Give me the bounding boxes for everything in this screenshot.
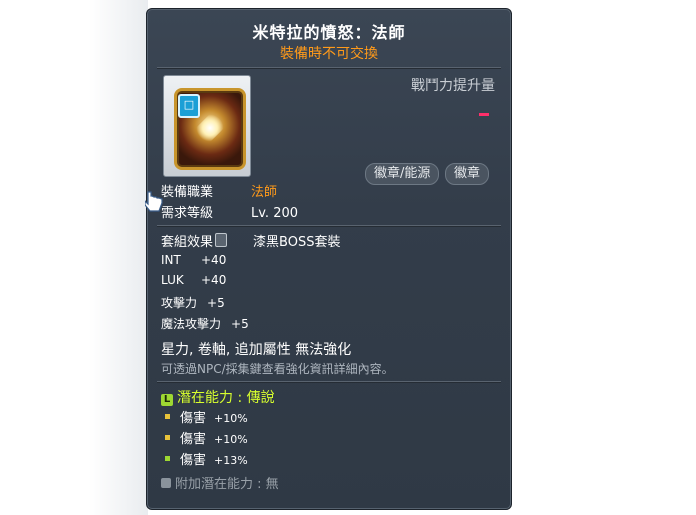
emblem-button[interactable]: 徽章 — [445, 163, 490, 185]
potential-title: L 潛在能力 : 傳說 — [161, 387, 275, 407]
stat-value: +5 — [231, 317, 249, 331]
additional-potential-icon — [161, 478, 171, 488]
stat-line: LUK +40 — [161, 273, 226, 287]
hand-cursor-icon — [145, 191, 163, 212]
potential-stat: 傷害 — [180, 411, 207, 426]
set-row: 套組效果 漆黑BOSS套裝 — [161, 231, 340, 250]
stat-value: +40 — [201, 273, 227, 287]
potential-value: +10% — [214, 412, 248, 425]
potential-line: 傷害 +10% — [165, 428, 248, 447]
set-icon — [215, 233, 228, 247]
potential-stat: 傷害 — [180, 453, 207, 468]
divider — [157, 67, 501, 69]
divider — [157, 225, 501, 227]
stat-name: 攻擊力 — [161, 296, 198, 310]
job-label: 裝備職業 — [161, 185, 214, 200]
potential-value: +10% — [214, 433, 248, 446]
stat-name: LUK — [161, 273, 184, 287]
stat-value: +40 — [201, 253, 227, 267]
emblem-badge-icon: □ — [178, 94, 200, 118]
divider — [157, 381, 501, 383]
level-label: 需求等級 — [161, 206, 214, 221]
item-tooltip: 米特拉的憤怒：法師 裝備時不可交換 □ 戰鬥力提升量 徽章/能源 徽章 裝備職業… — [146, 8, 512, 510]
stat-line: INT +40 — [161, 253, 226, 267]
potential-value: +13% — [214, 454, 248, 467]
stat-name: 魔法攻擊力 — [161, 317, 222, 331]
background — [0, 0, 148, 515]
set-label: 套組效果 — [161, 235, 214, 250]
legendary-grade-icon: L — [161, 394, 173, 406]
emblem-energy-button[interactable]: 徽章/能源 — [365, 163, 440, 185]
job-value: 法師 — [251, 185, 278, 200]
bullet-icon — [165, 435, 170, 440]
enhance-flags: 星力, 卷軸, 追加屬性 無法強化 — [161, 342, 352, 358]
info-note: 可透過NPC/採集鍵查看強化資訊詳細內容。 — [161, 362, 394, 376]
combat-power-label: 戰鬥力提升量 — [411, 78, 495, 94]
bullet-icon — [165, 414, 170, 419]
job-row: 裝備職業 法師 — [161, 181, 277, 200]
stat-line: 攻擊力 +5 — [161, 294, 225, 311]
combat-power-value — [479, 113, 489, 116]
set-name: 漆黑BOSS套裝 — [253, 235, 341, 250]
trade-note: 裝備時不可交換 — [280, 46, 378, 62]
potential-line: 傷害 +10% — [165, 407, 248, 426]
stat-value: +5 — [207, 296, 225, 310]
additional-potential-text: 附加潛在能力 : 無 — [175, 477, 279, 492]
bullet-icon — [165, 456, 170, 461]
item-icon-frame: □ — [163, 75, 251, 177]
stat-line: 魔法攻擊力 +5 — [161, 315, 249, 332]
level-value: Lv. 200 — [251, 206, 299, 221]
potential-title-text: 潛在能力 : 傳說 — [177, 390, 275, 406]
item-name: 米特拉的憤怒：法師 — [252, 23, 406, 42]
additional-potential: 附加潛在能力 : 無 — [161, 473, 279, 492]
level-row: 需求等級 Lv. 200 — [161, 202, 298, 221]
potential-line: 傷害 +13% — [165, 449, 248, 468]
stat-name: INT — [161, 253, 181, 267]
potential-stat: 傷害 — [180, 432, 207, 447]
